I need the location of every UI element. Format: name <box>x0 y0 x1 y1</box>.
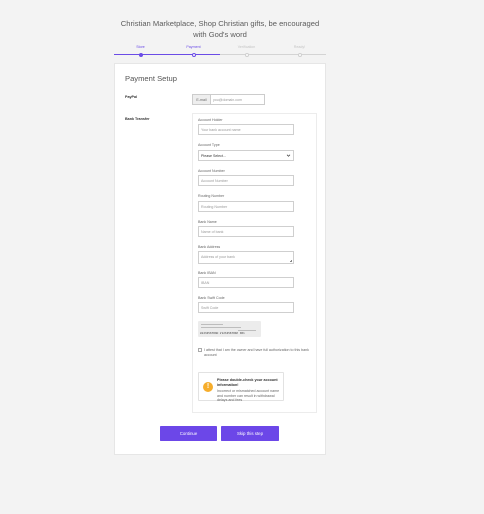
continue-button[interactable]: Continue <box>160 426 217 441</box>
bank-address-placeholder: Address of your bank <box>201 254 235 259</box>
double-check-alert: ! Please double-check your account infor… <box>198 372 284 403</box>
warning-icon: ! <box>203 382 213 392</box>
chevron-down-icon <box>286 154 291 157</box>
bank-swift-label: Bank Swift Code <box>198 296 225 300</box>
bank-address-label: Bank Address <box>198 245 221 249</box>
bank-name-input[interactable]: Name of bank <box>198 226 294 237</box>
routing-number-label: Routing Number <box>198 194 225 198</box>
bank-transfer-label: Bank Transfer <box>125 117 150 121</box>
step-payment[interactable]: Payment <box>167 45 220 49</box>
account-holder-label: Account Holder <box>198 118 223 122</box>
account-type-value: Please Select... <box>201 153 226 158</box>
step-payment-dot <box>191 52 196 57</box>
progress-steps: Store Payment Verification Ready! <box>114 45 326 59</box>
attest-row[interactable]: I attest that I am the owner and have fu… <box>198 348 315 358</box>
step-verification: Verification <box>237 45 256 49</box>
step-verification-dot <box>244 52 249 57</box>
payment-setup-card: Payment Setup PayPal E-mail you@domain.c… <box>114 63 326 455</box>
attest-checkbox[interactable] <box>198 348 202 353</box>
bank-transfer-panel: Account Holder Your bank account name Ac… <box>192 113 317 413</box>
step-store-dot <box>138 52 143 57</box>
paypal-email-group: E-mail you@domain.com <box>192 94 265 105</box>
account-type-label: Account Type <box>198 143 220 147</box>
routing-number-input[interactable]: Routing Number <box>198 201 294 212</box>
step-ready: Ready! <box>293 45 306 49</box>
step-ready-dot <box>297 52 302 57</box>
attest-text: I attest that I am the owner and have fu… <box>204 348 309 357</box>
bank-address-textarea[interactable]: Address of your bank <box>198 251 294 264</box>
bank-swift-input[interactable]: Swift Code <box>198 302 294 313</box>
account-number-label: Account Number <box>198 169 225 173</box>
card-title: Payment Setup <box>125 74 177 83</box>
bank-name-label: Bank Name <box>198 220 217 224</box>
bank-iban-label: Bank IBAN <box>198 271 216 275</box>
cheque-micr-line: ⑆123456789⑆ ⑈123456789⑈ 001 <box>200 332 245 335</box>
paypal-label: PayPal <box>125 95 138 99</box>
alert-text: Incorrect or mismatched account name and… <box>217 389 280 403</box>
progress-fill <box>114 54 220 56</box>
page-title: Christian Marketplace, Shop Christian gi… <box>120 19 320 39</box>
step-store[interactable]: Store <box>114 45 167 49</box>
bank-iban-input[interactable]: IBAN <box>198 277 294 288</box>
alert-title: Please double-check your account informa… <box>217 378 278 387</box>
skip-step-button[interactable]: Skip this step <box>221 426 279 441</box>
account-holder-input[interactable]: Your bank account name <box>198 124 294 135</box>
resize-grip-icon[interactable] <box>289 259 293 263</box>
cheque-sample-image: ⑆123456789⑆ ⑈123456789⑈ 001 <box>198 321 261 337</box>
account-type-select[interactable]: Please Select... <box>198 150 294 161</box>
paypal-email-input[interactable]: you@domain.com <box>211 94 265 105</box>
account-number-input[interactable]: Account Number <box>198 175 294 186</box>
email-addon: E-mail <box>192 94 211 105</box>
